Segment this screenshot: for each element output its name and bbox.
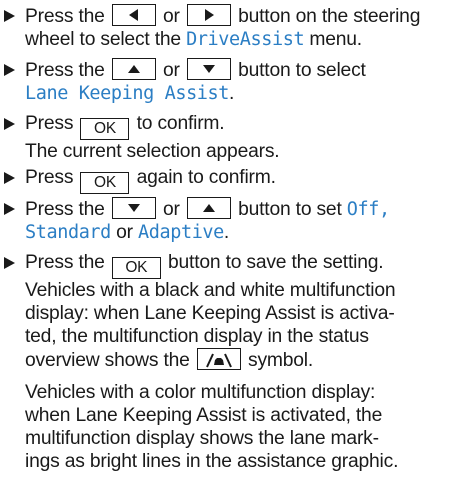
display-term: Lane Keeping Assist [25, 83, 230, 104]
step-5: Press the or button to set Off, Standard… [4, 197, 466, 244]
text: Vehicles with a color multifunction disp… [25, 382, 376, 403]
text: button on the steering [238, 6, 421, 27]
up-arrow-button [186, 197, 231, 219]
text: . [223, 222, 230, 243]
bullet-arrow-icon [4, 118, 15, 130]
bullet-arrow-icon [4, 203, 15, 215]
text: Press the [25, 252, 105, 273]
ok-button: OK [80, 172, 130, 194]
text: menu. [309, 29, 362, 50]
text: wheel to select the [25, 29, 181, 50]
right-arrow-button [186, 4, 231, 26]
bullet-arrow-icon [4, 257, 15, 269]
bullet-arrow-icon [4, 10, 15, 22]
text: Press the [25, 6, 105, 27]
down-arrow-button [186, 58, 231, 80]
step-3: Press OK to confirm. The current selecti… [4, 112, 466, 163]
ok-button: OK [80, 118, 130, 140]
color-display-note: Vehicles with a color multifunction disp… [25, 381, 466, 473]
text: again to confirm. [136, 167, 276, 188]
text: or [163, 199, 180, 220]
text: to confirm. [136, 113, 225, 134]
text: or [163, 6, 180, 27]
display-term: Adaptive [138, 222, 224, 243]
text: Press [25, 167, 74, 188]
step-4: Press OK again to confirm. [4, 166, 466, 194]
text: multifunction display shows the lane mar… [25, 428, 379, 449]
text: or [116, 222, 133, 243]
display-term: Standard [25, 222, 111, 243]
text: . [229, 83, 235, 104]
text: ted, the multifunction display in the st… [25, 326, 369, 347]
text: button to set [238, 199, 342, 220]
instruction-page: Press the or button on the steering whee… [0, 0, 471, 490]
ok-button: OK [111, 257, 161, 279]
text: The current selection appears. [25, 141, 280, 162]
step-6: Press the OK button to save the setting.… [4, 251, 466, 473]
text: when Lane Keeping Assist is activated, t… [25, 405, 383, 426]
lane-keeping-symbol-icon [196, 348, 241, 370]
up-arrow-button [111, 58, 156, 80]
text: button to select [238, 60, 366, 81]
bullet-arrow-icon [4, 172, 15, 184]
text: symbol. [248, 350, 314, 371]
step-2: Press the or button to select Lane Keepi… [4, 58, 466, 105]
text: Press the [25, 199, 105, 220]
text: Vehicles with a black and white multifun… [25, 280, 396, 301]
text: or [163, 60, 180, 81]
step-1: Press the or button on the steering whee… [4, 4, 466, 51]
left-arrow-button [111, 4, 156, 26]
bullet-arrow-icon [4, 64, 15, 76]
text: overview shows the [25, 350, 190, 371]
display-term: DriveAssist [186, 29, 305, 50]
text: ings as bright lines in the assistance g… [25, 451, 399, 472]
text: display: when Lane Keeping Assist is act… [25, 303, 395, 324]
text: Press [25, 113, 74, 134]
down-arrow-button [111, 197, 156, 219]
display-term: Off, [346, 199, 390, 220]
text: button to save the setting. [168, 252, 384, 273]
text: Press the [25, 60, 105, 81]
